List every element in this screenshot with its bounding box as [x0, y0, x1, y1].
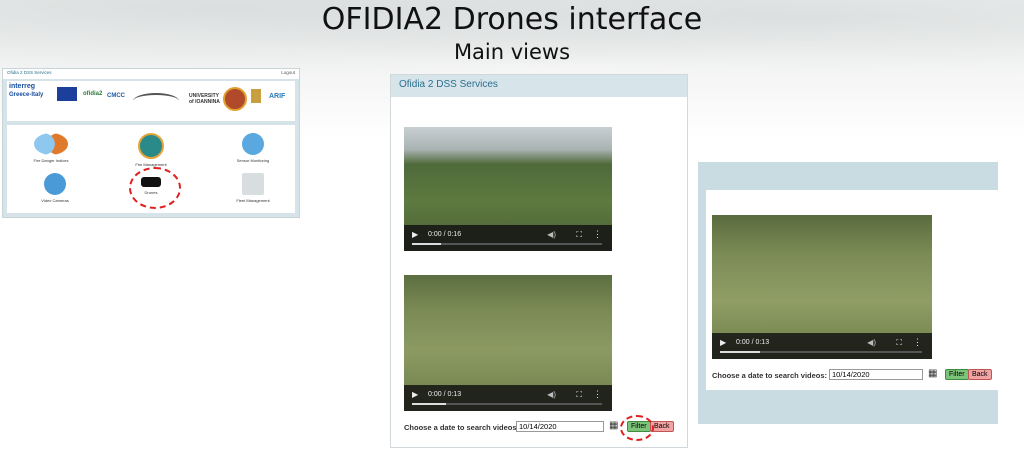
progress-bar[interactable]: [412, 243, 602, 245]
progress-fill: [412, 403, 447, 405]
fullscreen-icon[interactable]: ⛶: [896, 338, 902, 348]
progress-fill: [412, 243, 441, 245]
crest-icon: [251, 89, 261, 103]
more-options-icon[interactable]: ⋮: [913, 337, 922, 348]
slide-title: OFIDIA2 Drones interface: [321, 2, 703, 37]
play-icon[interactable]: ▶: [412, 230, 418, 239]
highlight-circle: [129, 167, 181, 209]
interreg-logo: interreg Greece-Italy: [9, 83, 53, 117]
tile-label: Fire Danger Indices: [33, 158, 69, 163]
calendar-icon[interactable]: ▦: [609, 420, 618, 431]
tile-fire-danger[interactable]: Fire Danger Indices: [21, 133, 81, 163]
tile-fire-management[interactable]: Fire Management: [121, 133, 181, 167]
video-time: 0:00 / 0:13: [736, 339, 770, 346]
result-card: ▶ 0:00 / 0:13 ◀) ⛶ ⋮ Choose a date to se…: [706, 190, 998, 390]
video-controls: ▶ 0:00 / 0:16 ◀) ⛶ ⋮: [404, 225, 612, 251]
app-header: Ofidia 2 DSS Services Logout: [3, 69, 299, 79]
fleet-icon: [242, 173, 264, 195]
date-input[interactable]: 10/14/2020: [829, 369, 923, 380]
app-title: Ofidia 2 DSS Services: [399, 79, 498, 90]
camera-icon: [44, 173, 66, 195]
video-player[interactable]: ▶ 0:00 / 0:16 ◀) ⛶ ⋮: [404, 127, 612, 251]
more-options-icon[interactable]: ⋮: [593, 389, 602, 400]
progress-bar[interactable]: [412, 403, 602, 405]
filtered-view-screenshot: ▶ 0:00 / 0:13 ◀) ⛶ ⋮ Choose a date to se…: [698, 162, 998, 424]
services-grid: Fire Danger Indices Fire Management Sens…: [7, 125, 295, 213]
slide-subtitle: Main views: [453, 40, 571, 64]
video-time: 0:00 / 0:16: [428, 231, 462, 238]
back-button[interactable]: Back: [968, 369, 992, 380]
filter-button[interactable]: Filter: [945, 369, 969, 380]
fire-danger-icon: [34, 133, 68, 155]
cmcc-logo: CMCC: [107, 93, 125, 99]
tile-sensor-monitoring[interactable]: Sensor Monitoring: [223, 133, 283, 163]
date-label: Choose a date to search videos:: [404, 423, 520, 432]
tile-label: Fleet Management: [236, 198, 270, 203]
app-header: Ofidia 2 DSS Services: [391, 75, 687, 97]
video-player[interactable]: ▶ 0:00 / 0:13 ◀) ⛶ ⋮: [404, 275, 612, 411]
play-icon[interactable]: ▶: [720, 338, 726, 347]
seal-icon: [223, 87, 247, 111]
app-title: Ofidia 2 DSS Services: [7, 70, 52, 75]
tile-label: Sensor Monitoring: [236, 158, 270, 163]
tile-label: Video Cameras: [41, 198, 69, 203]
progress-fill: [720, 351, 761, 353]
fullscreen-icon[interactable]: ⛶: [576, 230, 582, 240]
volume-icon[interactable]: ◀): [547, 390, 556, 399]
arif-logo: ARIF: [269, 93, 286, 100]
ioannina-logo: UNIVERSITY of IOANNINA: [189, 93, 220, 105]
calendar-icon[interactable]: ▦: [928, 368, 937, 379]
logout-link[interactable]: Logout: [281, 70, 295, 75]
play-icon[interactable]: ▶: [412, 390, 418, 399]
eu-flag-icon: [57, 87, 77, 101]
progress-bar[interactable]: [720, 351, 922, 353]
home-view-screenshot: Ofidia 2 DSS Services Logout interreg Gre…: [2, 68, 300, 218]
video-controls: ▶ 0:00 / 0:13 ◀) ⛶ ⋮: [712, 333, 932, 359]
ofidia2-logo: ofidia2: [83, 91, 103, 97]
video-time: 0:00 / 0:13: [428, 391, 462, 398]
video-player[interactable]: ▶ 0:00 / 0:13 ◀) ⛶ ⋮: [712, 215, 932, 359]
date-label: Choose a date to search videos:: [712, 371, 828, 380]
sensor-icon: [242, 133, 264, 155]
date-input[interactable]: 10/14/2020: [516, 421, 604, 432]
volume-icon[interactable]: ◀): [547, 230, 556, 239]
tile-video-cameras[interactable]: Video Cameras: [25, 173, 85, 203]
volume-icon[interactable]: ◀): [867, 338, 876, 347]
highlight-circle: [620, 415, 654, 441]
partner-logos: interreg Greece-Italy ofidia2 CMCC UNIVER…: [7, 81, 295, 121]
more-options-icon[interactable]: ⋮: [593, 229, 602, 240]
tile-fleet-management[interactable]: Fleet Management: [223, 173, 283, 203]
drones-view-screenshot: Ofidia 2 DSS Services ▶ 0:00 / 0:16 ◀) ⛶…: [390, 74, 688, 448]
fire-management-icon: [138, 133, 164, 159]
video-controls: ▶ 0:00 / 0:13 ◀) ⛶ ⋮: [404, 385, 612, 411]
fullscreen-icon[interactable]: ⛶: [576, 390, 582, 400]
foundation-logo: [133, 93, 179, 109]
